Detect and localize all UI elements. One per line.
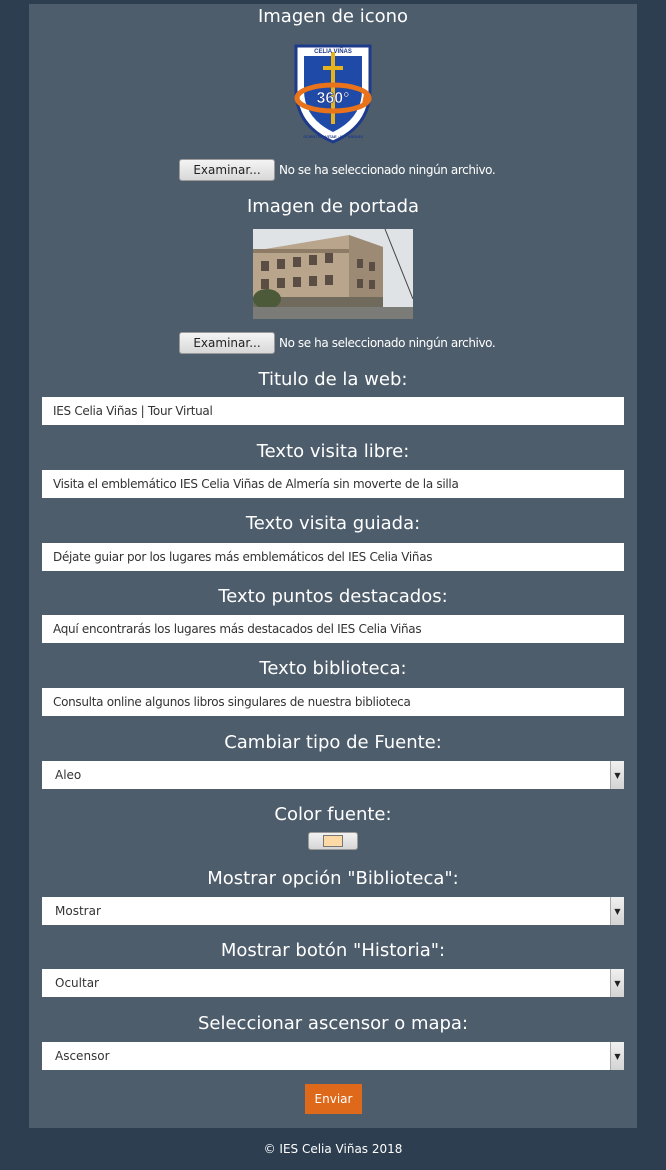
- library-text-input[interactable]: Consulta online algunos libros singulare…: [42, 688, 624, 716]
- font-color-picker[interactable]: [308, 832, 358, 850]
- show-library-select[interactable]: Mostrar ▼: [42, 897, 624, 925]
- chevron-down-icon[interactable]: ▼: [610, 761, 624, 789]
- logo-bottom-text: SCIENTIA · VITAE · IN · ARDUIS: [303, 134, 363, 139]
- cover-image-heading: Imagen de portada: [246, 196, 420, 217]
- icon-file-status: No se ha seleccionado ningún archivo.: [279, 163, 496, 177]
- guided-visit-input[interactable]: Déjate guiar por los lugares más emblemá…: [42, 543, 624, 571]
- logo-badge-text: 360°: [316, 90, 349, 107]
- show-library-label: Mostrar opción "Biblioteca":: [207, 868, 459, 889]
- font-type-label: Cambiar tipo de Fuente:: [224, 732, 442, 753]
- guided-visit-label: Texto visita guiada:: [245, 513, 421, 534]
- free-visit-label: Texto visita libre:: [256, 441, 410, 462]
- font-color-chip: [323, 835, 343, 847]
- cover-file-picker: Examinar... No se ha seleccionado ningún…: [179, 332, 496, 354]
- site-logo: 360° CELIA VIÑAS SCIENTIA · VITAE · IN ·…: [290, 42, 376, 144]
- web-title-input[interactable]: IES Celia Viñas | Tour Virtual: [42, 397, 624, 425]
- logo-top-text: CELIA VIÑAS: [314, 48, 352, 55]
- footer-copyright: © IES Celia Viñas 2018: [263, 1142, 403, 1156]
- show-library-value: Mostrar: [55, 904, 101, 918]
- icon-browse-button[interactable]: Examinar...: [179, 159, 275, 181]
- cover-browse-button[interactable]: Examinar...: [179, 332, 275, 354]
- library-text-label: Texto biblioteca:: [259, 658, 407, 679]
- submit-button[interactable]: Enviar: [305, 1084, 362, 1114]
- show-history-select[interactable]: Ocultar ▼: [42, 969, 624, 997]
- chevron-down-icon[interactable]: ▼: [610, 897, 624, 925]
- elevator-map-value: Ascensor: [55, 1049, 110, 1063]
- free-visit-input[interactable]: Visita el emblemático IES Celia Viñas de…: [42, 470, 624, 498]
- elevator-map-label: Seleccionar ascensor o mapa:: [197, 1013, 469, 1034]
- font-color-label: Color fuente:: [274, 804, 392, 825]
- show-history-label: Mostrar botón "Historia":: [220, 940, 446, 961]
- settings-panel: Imagen de icono 360° CELIA VIÑAS SCIENTI…: [29, 4, 637, 1128]
- building-photo-icon: [253, 228, 414, 319]
- shield-logo-icon: 360° CELIA VIÑAS SCIENTIA · VITAE · IN ·…: [294, 44, 372, 144]
- highlights-input[interactable]: Aquí encontrarás los lugares más destaca…: [42, 615, 624, 643]
- cover-image: [253, 228, 414, 319]
- font-type-value: Aleo: [55, 768, 82, 782]
- icon-file-picker: Examinar... No se ha seleccionado ningún…: [179, 159, 496, 181]
- elevator-map-select[interactable]: Ascensor ▼: [42, 1042, 624, 1070]
- highlights-label: Texto puntos destacados:: [218, 586, 448, 607]
- font-type-select[interactable]: Aleo ▼: [42, 761, 624, 789]
- cover-file-status: No se ha seleccionado ningún archivo.: [279, 336, 496, 350]
- chevron-down-icon[interactable]: ▼: [610, 1042, 624, 1070]
- icon-image-heading: Imagen de icono: [257, 6, 409, 27]
- web-title-label: Titulo de la web:: [258, 369, 408, 390]
- chevron-down-icon[interactable]: ▼: [610, 969, 624, 997]
- show-history-value: Ocultar: [55, 976, 99, 990]
